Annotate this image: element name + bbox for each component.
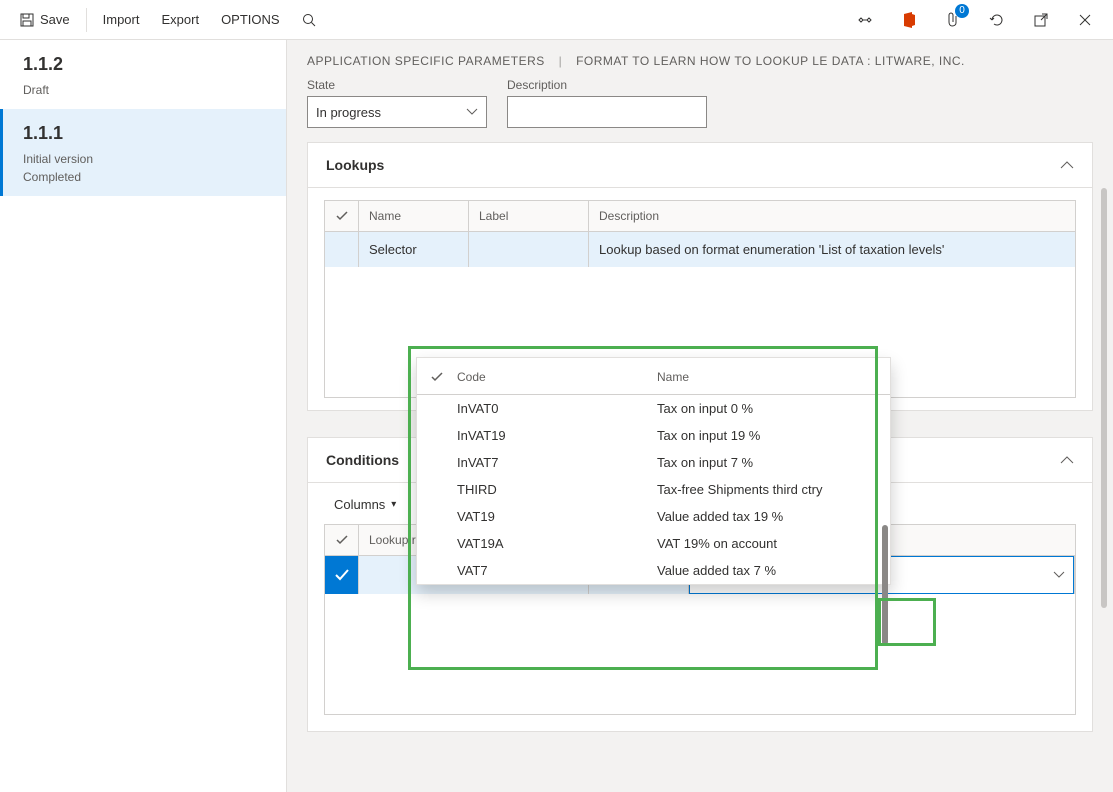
breadcrumb: APPLICATION SPECIFIC PARAMETERS | FORMAT… (287, 40, 1113, 78)
separator (86, 8, 87, 32)
close-button[interactable] (1067, 2, 1103, 38)
dropdown-item-name: Value added tax 7 % (657, 563, 872, 578)
columns-button[interactable]: Columns ▾ (326, 493, 404, 516)
dropdown-item-code: InVAT19 (457, 428, 657, 443)
save-icon (20, 13, 34, 27)
dropdown-item-code: THIRD (457, 482, 657, 497)
dropdown-item-name: Tax on input 19 % (657, 428, 872, 443)
import-button[interactable]: Import (93, 6, 150, 33)
version-number: 1.1.1 (23, 123, 266, 144)
export-button[interactable]: Export (151, 6, 209, 33)
dropdown-item-name: Value added tax 19 % (657, 509, 872, 524)
save-label: Save (40, 12, 70, 27)
description-header[interactable]: Description (589, 201, 1075, 231)
dropdown-code-header[interactable]: Code (457, 370, 657, 384)
lookup-row[interactable]: Selector Lookup based on format enumerat… (325, 232, 1075, 267)
chevron-down-icon (466, 108, 478, 116)
toolbar: Save Import Export OPTIONS (0, 0, 1113, 40)
lookups-title: Lookups (326, 157, 384, 173)
chevron-down-icon (1053, 571, 1065, 579)
lookups-header[interactable]: Lookups (308, 143, 1092, 188)
dropdown-item[interactable]: InVAT0 Tax on input 0 % (417, 395, 890, 422)
state-label: State (307, 78, 487, 92)
scrollbar[interactable] (1101, 188, 1107, 608)
state-field: State In progress (307, 78, 487, 128)
chevron-down-icon: ▾ (391, 499, 396, 510)
grid-empty-space (325, 594, 1075, 714)
dropdown-item-code: InVAT0 (457, 401, 657, 416)
dropdown-item-name: Tax on input 7 % (657, 455, 872, 470)
dropdown-header: Code Name (417, 358, 890, 395)
dropdown-item-name: Tax on input 0 % (657, 401, 872, 416)
row-check[interactable] (325, 232, 359, 267)
office-button[interactable] (891, 2, 927, 38)
dropdown-item[interactable]: InVAT7 Tax on input 7 % (417, 449, 890, 476)
search-icon (302, 13, 316, 27)
label-header[interactable]: Label (469, 201, 589, 231)
version-status: Draft (23, 81, 266, 99)
lookups-grid-header: Name Label Description (325, 201, 1075, 232)
check-header[interactable] (325, 201, 359, 231)
popout-button[interactable] (1023, 2, 1059, 38)
popout-icon (1034, 13, 1048, 27)
breadcrumb-part-1: APPLICATION SPECIFIC PARAMETERS (307, 54, 545, 68)
chevron-up-icon (1060, 456, 1074, 464)
export-label: Export (161, 12, 199, 27)
conditions-title: Conditions (326, 452, 399, 468)
dropdown-item[interactable]: THIRD Tax-free Shipments third ctry (417, 476, 890, 503)
dropdown-body: InVAT0 Tax on input 0 % InVAT19 Tax on i… (417, 395, 890, 584)
refresh-icon (989, 12, 1005, 28)
check-header[interactable] (325, 525, 359, 555)
version-sidebar: 1.1.2 Draft 1.1.1 Initial version Comple… (0, 40, 287, 792)
description-input[interactable] (507, 96, 707, 128)
version-item-111[interactable]: 1.1.1 Initial version Completed (0, 109, 286, 196)
description-label: Description (507, 78, 707, 92)
fields-row: State In progress Description (287, 78, 1113, 142)
row-description: Lookup based on format enumeration 'List… (589, 232, 1075, 267)
dropdown-item[interactable]: VAT19 Value added tax 19 % (417, 503, 890, 530)
dropdown-scrollbar[interactable] (882, 525, 888, 645)
dropdown-name-header[interactable]: Name (657, 370, 872, 384)
dropdown-item-name: VAT 19% on account (657, 536, 872, 551)
dropdown-item-code: VAT19 (457, 509, 657, 524)
dropdown-item-name: Tax-free Shipments third ctry (657, 482, 872, 497)
name-header[interactable]: Name (359, 201, 469, 231)
connector-button[interactable] (847, 2, 883, 38)
dropdown-item[interactable]: VAT7 Value added tax 7 % (417, 557, 890, 584)
toolbar-left: Save Import Export OPTIONS (10, 6, 326, 33)
options-button[interactable]: OPTIONS (211, 6, 290, 33)
version-item-112[interactable]: 1.1.2 Draft (0, 40, 286, 109)
columns-label: Columns (334, 497, 385, 512)
office-icon (902, 12, 916, 28)
state-select[interactable]: In progress (307, 96, 487, 128)
close-icon (1078, 13, 1092, 27)
import-label: Import (103, 12, 140, 27)
chevron-up-icon (1060, 161, 1074, 169)
options-label: OPTIONS (221, 12, 280, 27)
search-button[interactable] (292, 7, 326, 33)
version-status: Completed (23, 168, 266, 186)
dropdown-item[interactable]: InVAT19 Tax on input 19 % (417, 422, 890, 449)
dropdown-item-code: VAT19A (457, 536, 657, 551)
version-description: Initial version (23, 150, 266, 168)
breadcrumb-separator: | (559, 54, 563, 68)
description-field: Description (507, 78, 707, 128)
version-number: 1.1.2 (23, 54, 266, 75)
connector-icon (857, 15, 873, 25)
refresh-button[interactable] (979, 2, 1015, 38)
state-value: In progress (316, 105, 381, 120)
dropdown-item[interactable]: VAT19A VAT 19% on account (417, 530, 890, 557)
row-check[interactable] (325, 556, 359, 594)
breadcrumb-part-2: FORMAT TO LEARN HOW TO LOOKUP LE DATA : … (576, 54, 965, 68)
save-button[interactable]: Save (10, 6, 80, 33)
row-label (469, 232, 589, 267)
dropdown-check-header[interactable] (431, 370, 457, 384)
row-name: Selector (359, 232, 469, 267)
dropdown-item-code: VAT7 (457, 563, 657, 578)
dropdown-item-code: InVAT7 (457, 455, 657, 470)
attachments-badge: 0 (955, 4, 969, 18)
attachments-button[interactable]: 0 (935, 2, 971, 38)
tax-code-dropdown-popup: Code Name InVAT0 Tax on input 0 % InVAT1… (416, 357, 891, 585)
toolbar-right: 0 (847, 2, 1103, 38)
